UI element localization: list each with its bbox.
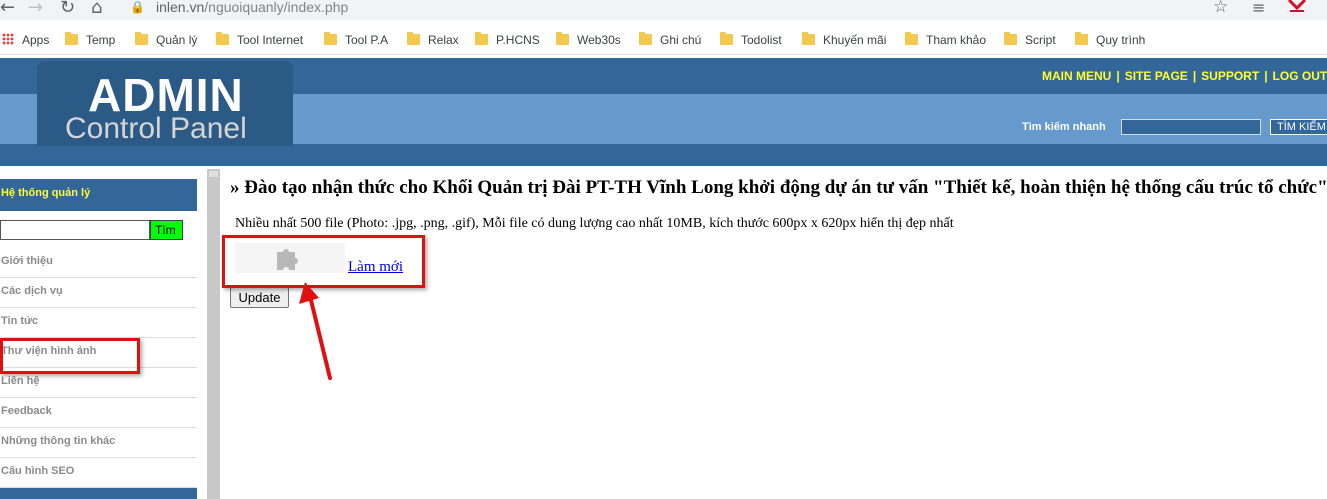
back-icon[interactable]: ← bbox=[0, 0, 15, 18]
bookmark-web30s[interactable]: Web30s bbox=[556, 32, 621, 48]
sidebar-item-label: Các dịch vụ bbox=[1, 285, 63, 297]
quick-search-label: Tìm kiếm nhanh bbox=[1022, 121, 1106, 133]
nav-support[interactable]: SUPPORT bbox=[1201, 69, 1259, 83]
quick-search-button[interactable]: TÌM KIẾM bbox=[1270, 119, 1327, 135]
page-title: » Đào tạo nhận thức cho Khối Quản trị Đà… bbox=[230, 177, 1327, 198]
nav-log-out[interactable]: LOG OUT bbox=[1273, 69, 1327, 83]
sidebar-item-label: Giới thiệu bbox=[1, 255, 53, 267]
folder-icon bbox=[135, 32, 148, 45]
nav-separator: | bbox=[1264, 69, 1268, 83]
nav-separator: | bbox=[1192, 69, 1197, 83]
bookmark-relax[interactable]: Relax bbox=[407, 32, 459, 48]
reload-icon[interactable]: ↻ bbox=[60, 0, 75, 18]
nav-separator: | bbox=[1116, 69, 1120, 83]
sidebar-item-cau-hinh-seo[interactable]: Cấu hình SEO bbox=[0, 458, 197, 488]
bookmark-todolist[interactable]: Todolist bbox=[720, 32, 782, 48]
top-nav: MAIN MENU | SITE PAGE | SUPPORT | LOG OUT bbox=[1042, 69, 1327, 83]
playlist-icon[interactable]: ≡ bbox=[1252, 0, 1265, 17]
highlight-box-sidebar bbox=[0, 338, 140, 374]
sidebar-item-label: Những thông tin khác bbox=[1, 435, 116, 447]
sidebar-item-label: Cấu hình SEO bbox=[1, 465, 75, 477]
update-button[interactable]: Update bbox=[230, 287, 289, 308]
bookmark-star-icon[interactable]: ☆ bbox=[1213, 0, 1228, 17]
bookmark-quy-trinh[interactable]: Quy trình bbox=[1075, 32, 1145, 48]
sidebar-item-nhung-thong-tin-khac[interactable]: Những thông tin khác bbox=[0, 428, 197, 458]
nav-main-menu[interactable]: MAIN MENU bbox=[1042, 69, 1111, 83]
folder-icon bbox=[475, 32, 488, 45]
bookmark-tool-pa[interactable]: Tool P.A bbox=[324, 32, 388, 48]
lock-icon[interactable]: 🔒 bbox=[130, 0, 145, 14]
nav-site-page[interactable]: SITE PAGE bbox=[1125, 69, 1188, 83]
logo-control-panel-text: Control Panel bbox=[65, 112, 247, 145]
folder-icon bbox=[407, 32, 420, 45]
sidebar-item-tin-tuc[interactable]: Tin tức bbox=[0, 308, 197, 338]
sidebar-item-feedback[interactable]: Feedback bbox=[0, 398, 197, 428]
sidebar-item-label: Feedback bbox=[1, 405, 52, 417]
apps-grid-icon bbox=[2, 33, 14, 45]
folder-icon bbox=[905, 32, 918, 45]
folder-icon bbox=[216, 32, 229, 45]
folder-icon bbox=[65, 32, 78, 45]
folder-icon bbox=[720, 32, 733, 45]
forward-icon[interactable]: → bbox=[28, 0, 43, 18]
sidebar-item-cac-dich-vu[interactable]: Các dịch vụ bbox=[0, 278, 197, 308]
page-scrollbar[interactable] bbox=[207, 169, 220, 499]
bookmarks-bar: Apps Temp Quản lý Tool Internet Tool P.A… bbox=[0, 24, 1327, 55]
bookmark-ghi-chu[interactable]: Ghi chú bbox=[639, 32, 701, 48]
header-bottom-bar bbox=[0, 144, 1327, 166]
sidebar-header: Hệ thống quản lý bbox=[0, 179, 197, 211]
bookmark-tool-internet[interactable]: Tool Internet bbox=[216, 32, 303, 48]
folder-icon bbox=[639, 32, 652, 45]
home-icon[interactable]: ⌂ bbox=[91, 0, 102, 18]
bookmark-temp[interactable]: Temp bbox=[65, 32, 115, 48]
sidebar-next-section-header bbox=[0, 488, 197, 499]
sidebar-item-gioi-thieu[interactable]: Giới thiệu bbox=[0, 248, 197, 278]
quick-search-input[interactable] bbox=[1121, 119, 1261, 135]
folder-icon bbox=[324, 32, 337, 45]
scrollbar-up-arrow[interactable] bbox=[209, 171, 218, 177]
bookmark-script[interactable]: Script bbox=[1004, 32, 1056, 48]
url-domain: inlen.vn bbox=[156, 0, 205, 15]
sidebar-item-label: Liên hệ bbox=[1, 375, 40, 387]
sidebar-item-label: Tin tức bbox=[1, 315, 39, 327]
extension-icon[interactable] bbox=[1286, 0, 1308, 14]
folder-icon bbox=[802, 32, 815, 45]
bookmark-phcns[interactable]: P.HCNS bbox=[475, 32, 540, 48]
folder-icon bbox=[556, 32, 569, 45]
bookmark-quan-ly[interactable]: Quản lý bbox=[135, 32, 197, 48]
url-text[interactable]: inlen.vn/nguoiquanly/index.php bbox=[156, 0, 348, 15]
upload-note: Nhiều nhất 500 file (Photo: .jpg, .png, … bbox=[235, 216, 954, 231]
url-path: /nguoiquanly/index.php bbox=[204, 0, 349, 15]
folder-icon bbox=[1075, 32, 1088, 45]
bookmark-tham-khao[interactable]: Tham khảo bbox=[905, 32, 986, 48]
sidebar-search-input[interactable] bbox=[0, 220, 150, 240]
folder-icon bbox=[1004, 32, 1017, 45]
sidebar-title: Hệ thống quản lý bbox=[1, 187, 91, 199]
bookmark-apps[interactable]: Apps bbox=[2, 32, 49, 48]
bookmark-khuyen-mai[interactable]: Khuyến mãi bbox=[802, 32, 886, 48]
sidebar-search-button[interactable]: Tìm bbox=[150, 220, 183, 240]
annotation-arrow bbox=[299, 282, 332, 380]
